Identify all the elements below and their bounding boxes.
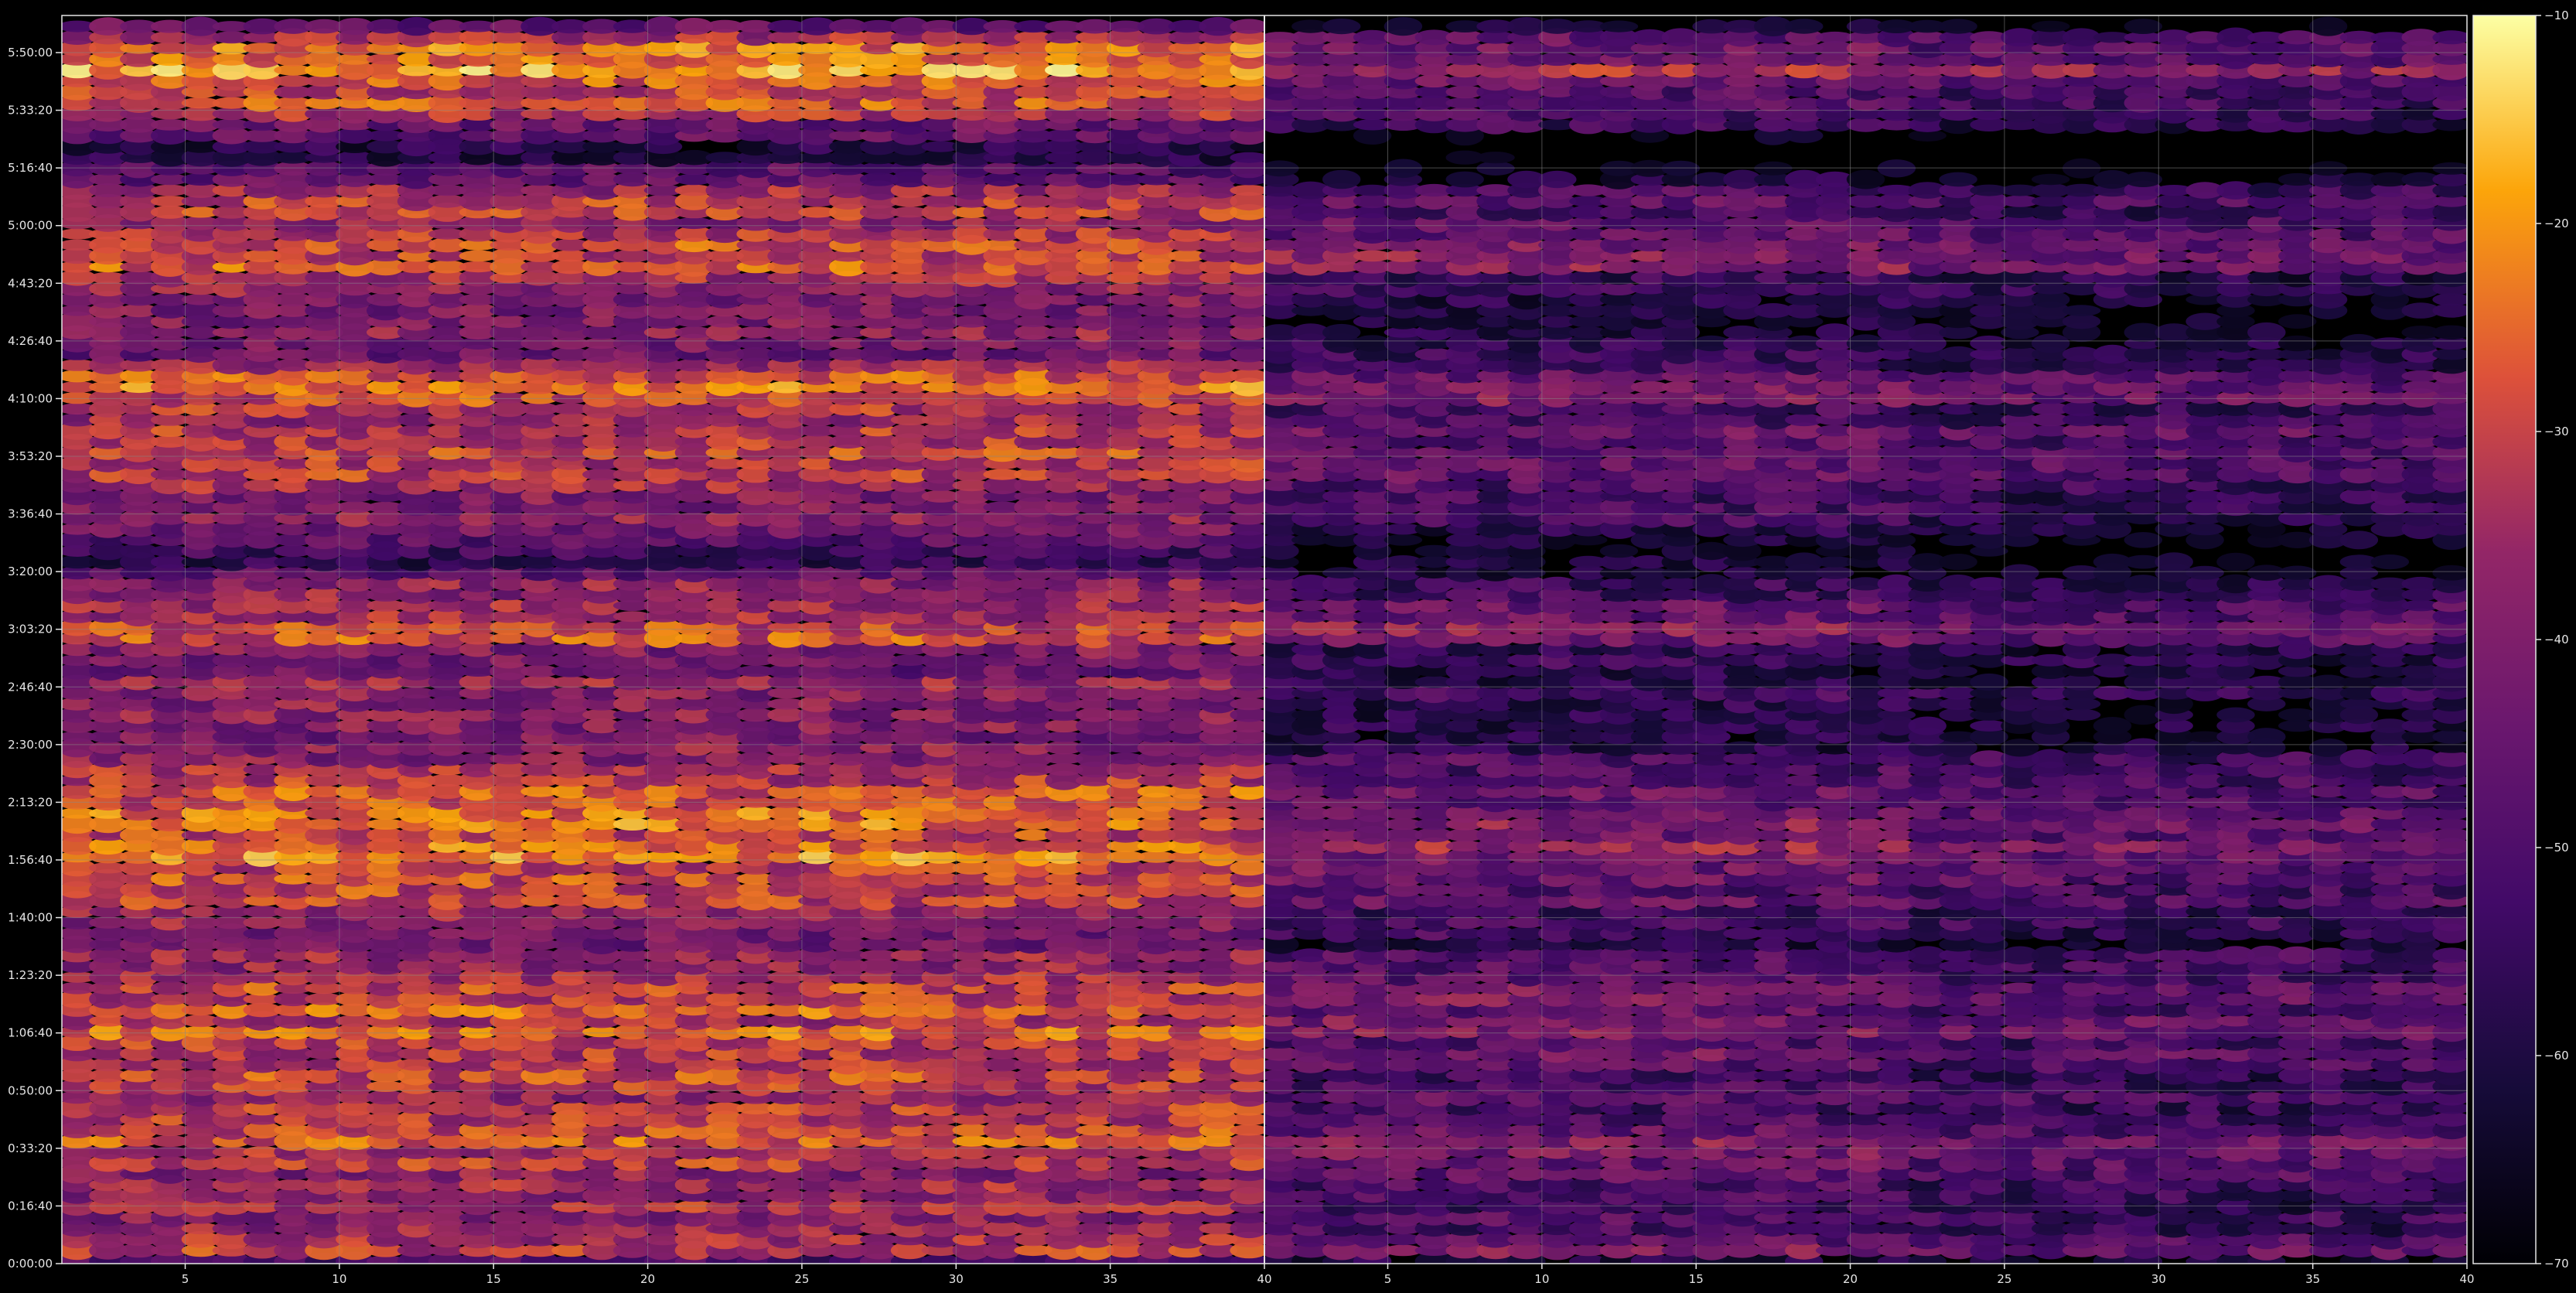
heatmap-cell bbox=[1230, 19, 1264, 34]
heatmap-cell bbox=[2001, 1255, 2039, 1264]
heatmap-cell bbox=[1230, 185, 1264, 196]
heatmap-cell bbox=[1230, 152, 1264, 163]
heatmap-cell bbox=[1230, 610, 1264, 623]
heatmap-cell bbox=[1230, 1124, 1264, 1136]
heatmap-cell bbox=[1230, 1211, 1264, 1224]
heatmap-cell bbox=[1230, 698, 1264, 711]
heatmap-cell bbox=[1230, 369, 1264, 384]
heatmap-cell bbox=[1230, 818, 1264, 831]
spectrogram-figure: 0:00:000:16:400:33:200:50:001:06:401:23:… bbox=[8, 9, 2568, 1286]
right-heatmap-panel bbox=[1264, 15, 2467, 1264]
heatmap-cell bbox=[1230, 938, 1264, 951]
left-heatmap-panel bbox=[62, 15, 1264, 1264]
heatmap-cell bbox=[2432, 1111, 2467, 1127]
